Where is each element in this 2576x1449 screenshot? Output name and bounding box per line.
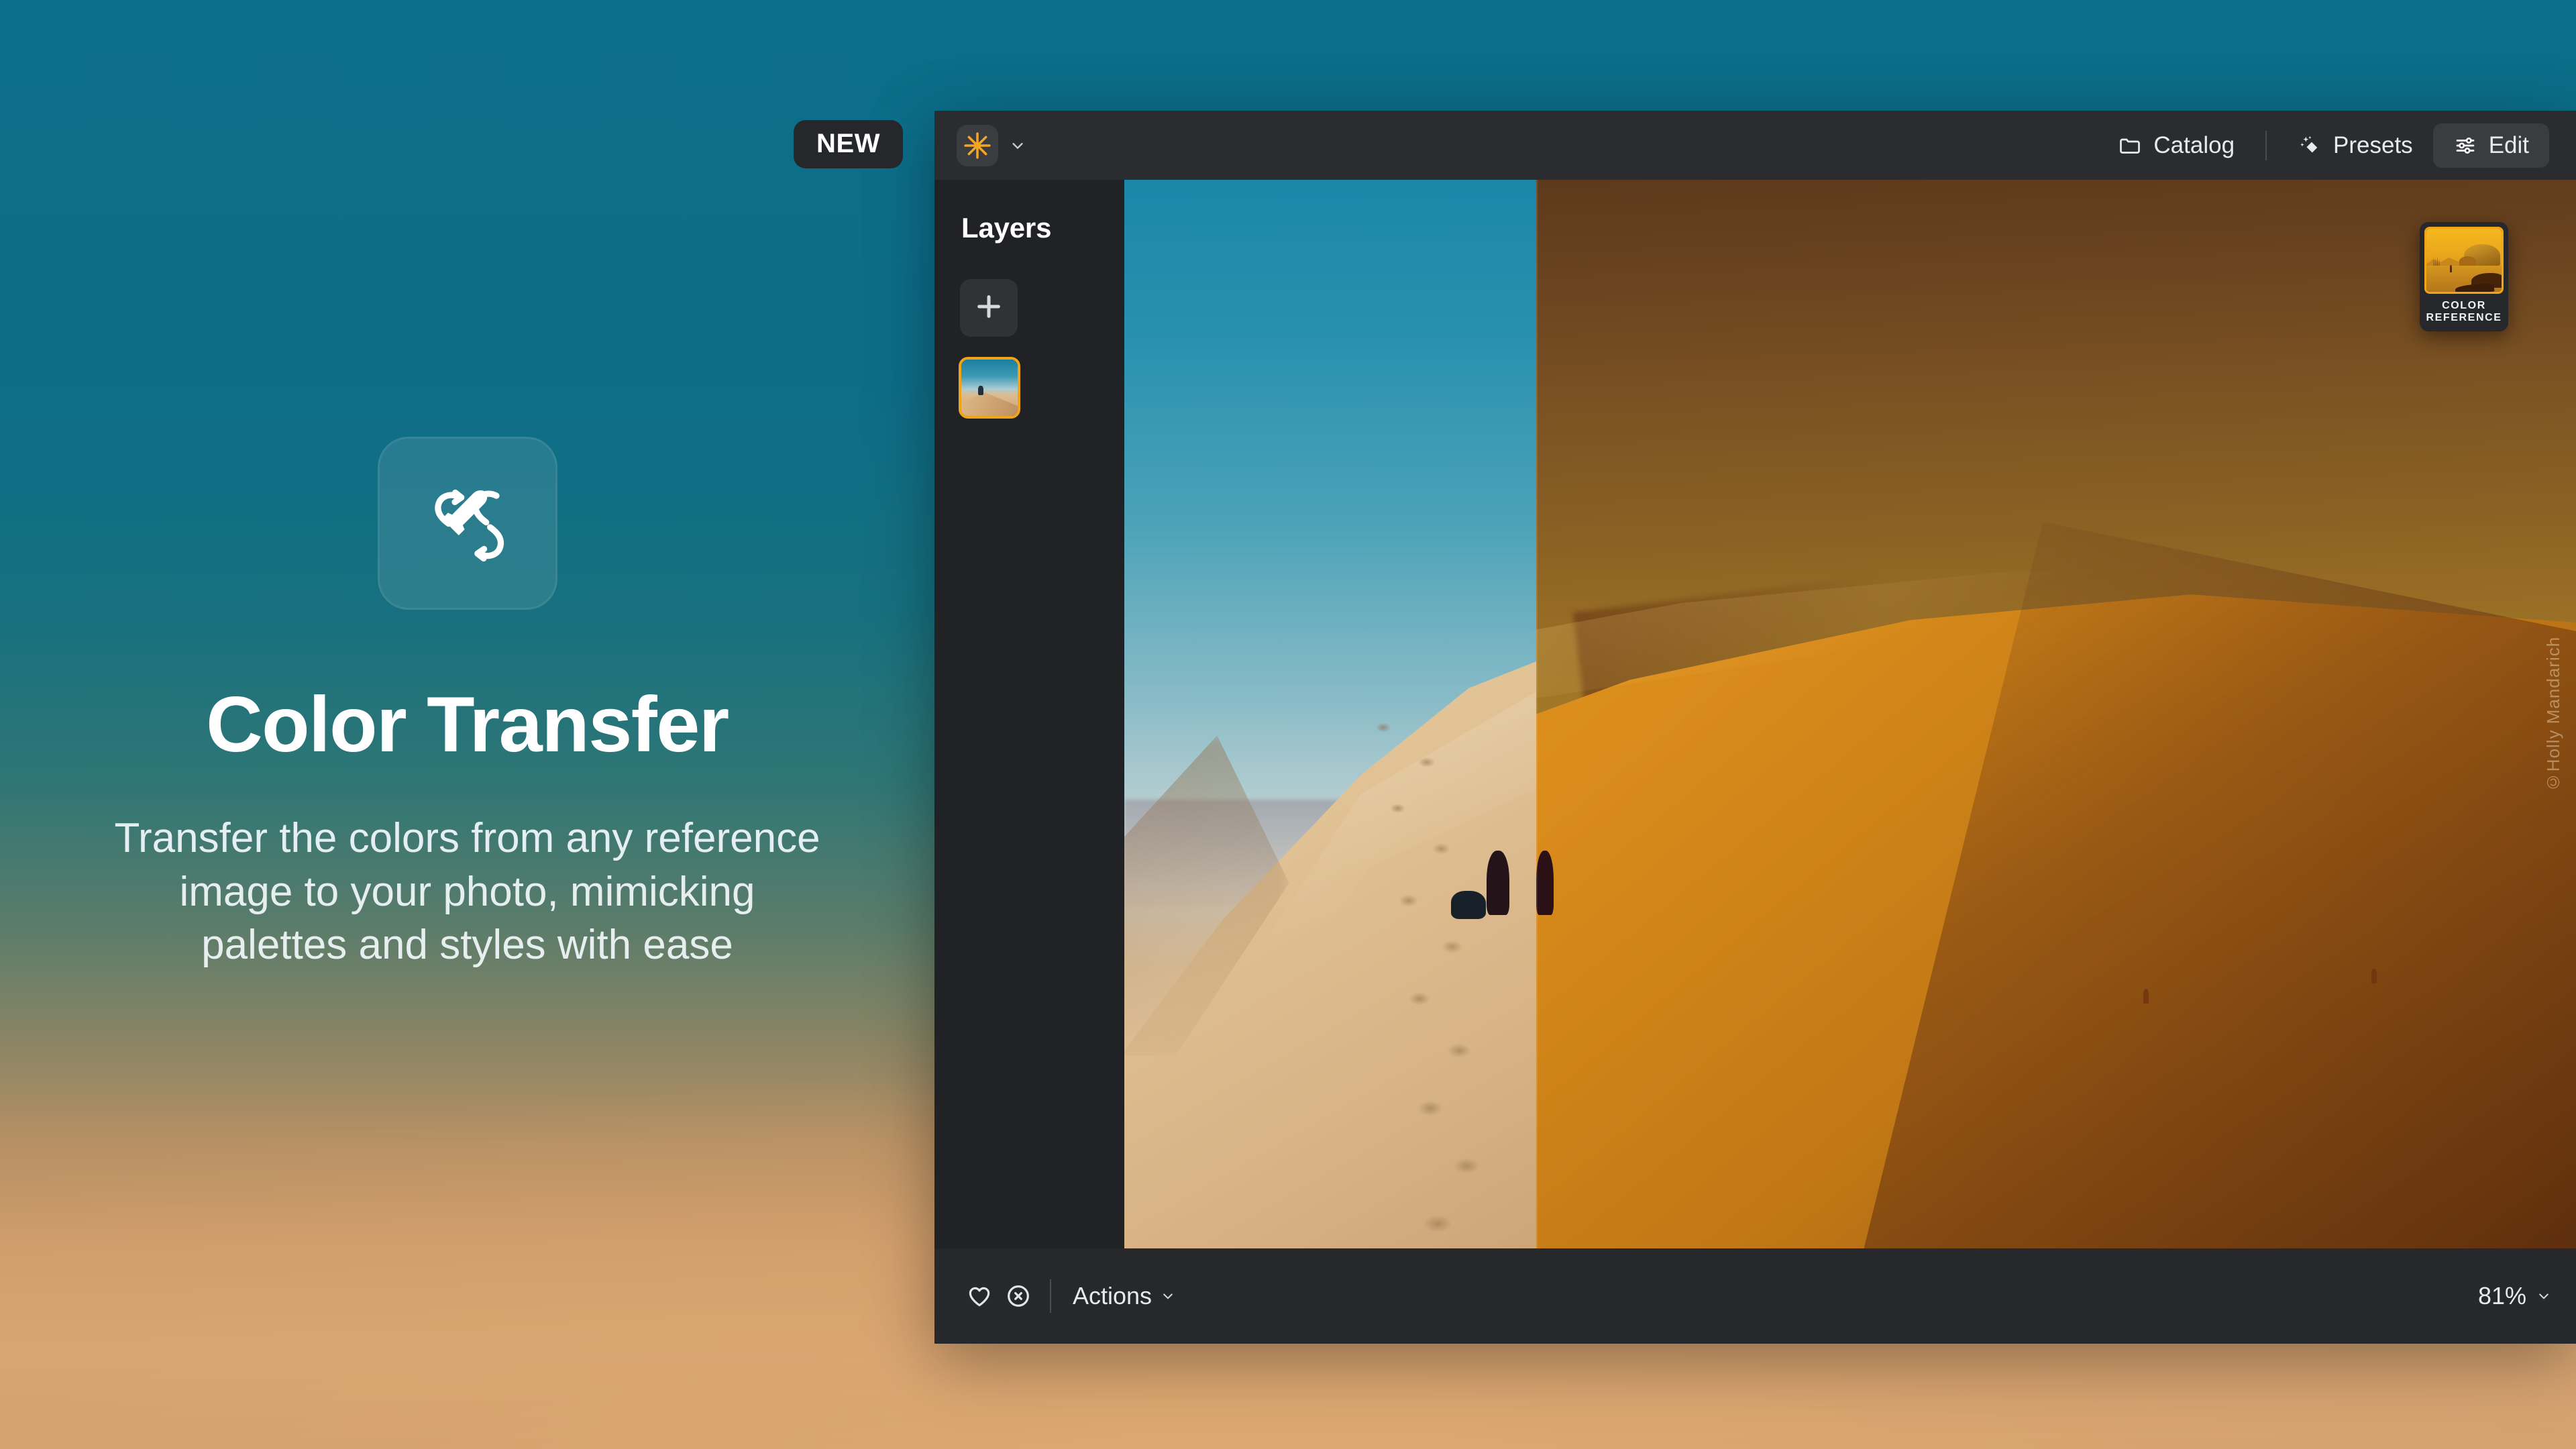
page-title: Color Transfer <box>105 685 830 763</box>
layers-panel: Layers <box>934 180 1124 1248</box>
chevron-down-icon[interactable] <box>1010 138 1025 153</box>
tab-presets[interactable]: Presets <box>2277 123 2433 168</box>
tab-edit[interactable]: Edit <box>2433 123 2549 168</box>
photo-dog-silhouette <box>1451 891 1486 919</box>
heart-icon <box>966 1283 993 1309</box>
new-badge: NEW <box>794 120 903 168</box>
split-view-handle[interactable] <box>1536 180 1538 1248</box>
actions-menu-button[interactable]: Actions <box>1067 1282 1180 1310</box>
add-layer-button[interactable] <box>960 279 1018 337</box>
photo-footprints <box>1347 693 1528 1248</box>
color-reference-thumbnail[interactable] <box>2424 227 2504 294</box>
color-reference-card[interactable]: COLOR REFERENCE <box>2420 222 2508 331</box>
layers-panel-title: Layers <box>934 180 1124 244</box>
photo-split-view: ©Holly Mandarich <box>1124 180 2576 1248</box>
photo-original-half <box>1124 180 1536 1248</box>
layer-thumbnail-figure <box>978 386 983 394</box>
photo-distant-figure-2 <box>2371 969 2377 983</box>
app-logo-menu[interactable] <box>934 125 1025 166</box>
chevron-down-icon <box>2537 1289 2551 1303</box>
promo-subtitle: Transfer the colors from any reference i… <box>105 812 830 971</box>
tab-catalog-label: Catalog <box>2153 133 2235 157</box>
actions-label: Actions <box>1073 1282 1152 1310</box>
tab-edit-label: Edit <box>2489 133 2529 157</box>
zoom-level-value: 81% <box>2478 1282 2526 1310</box>
photo-transferred-half <box>1536 180 2576 1248</box>
list-item[interactable] <box>959 357 1020 419</box>
photo-canvas[interactable]: ©Holly Mandarich COLOR REFERENCE <box>1124 180 2576 1248</box>
chevron-down-icon <box>1161 1289 1175 1303</box>
color-reference-figure <box>2450 265 2452 272</box>
color-reference-label: COLOR REFERENCE <box>2424 294 2504 331</box>
app-window: Catalog Presets <box>934 111 2576 1344</box>
photo-person-silhouette-transferred <box>1536 851 1554 915</box>
color-transfer-eyedropper-icon <box>378 437 557 610</box>
promo-panel: Color Transfer Transfer the colors from … <box>0 0 934 1449</box>
photo-distant-figure-1 <box>2143 989 2149 1004</box>
mode-switcher: Catalog Presets <box>2098 123 2576 168</box>
tab-presets-label: Presets <box>2333 133 2413 157</box>
plus-icon <box>973 291 1004 325</box>
sunburst-star-icon[interactable] <box>957 125 998 166</box>
reject-circle-x-icon <box>1005 1283 1032 1309</box>
magic-wand-sparkles-icon <box>2298 133 2322 158</box>
tab-catalog[interactable]: Catalog <box>2098 123 2255 168</box>
photo-credit: ©Holly Mandarich <box>2543 636 2564 792</box>
header-divider <box>2265 131 2267 160</box>
folder-icon <box>2118 133 2142 158</box>
zoom-level-control[interactable]: 81% <box>2478 1282 2551 1310</box>
sliders-icon <box>2453 133 2477 158</box>
favorite-button[interactable] <box>960 1277 999 1316</box>
photo-person-silhouette <box>1487 851 1509 915</box>
footer-divider <box>1050 1279 1051 1313</box>
reject-button[interactable] <box>999 1277 1038 1316</box>
app-footer: Actions 81% <box>934 1248 2576 1344</box>
app-header: Catalog Presets <box>934 111 2576 180</box>
